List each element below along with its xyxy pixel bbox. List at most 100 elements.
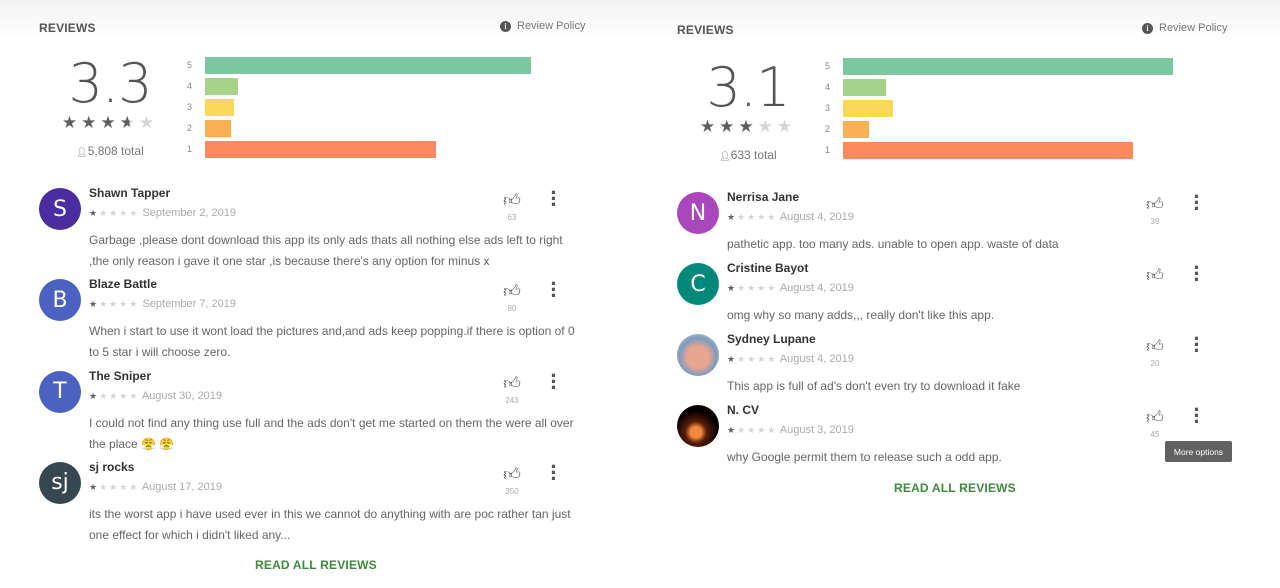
histogram-bar-1 (205, 141, 437, 158)
thumbs-up-icon[interactable]: 👍︎ (1145, 407, 1165, 428)
review-meta: ★★★★★ August 30, 2019 (89, 390, 222, 402)
star-icon: ★ (747, 425, 758, 435)
person-icon: 👤︎ (719, 151, 731, 161)
star-icon: ★ (737, 354, 748, 364)
helpful-count: 39 (1150, 217, 1160, 226)
star-icon: ★ (737, 283, 748, 293)
review-text: This app is full of ad's don't even try … (727, 379, 1021, 393)
star-icon: ★ (747, 283, 758, 293)
reviewer-name: Blaze Battle (89, 277, 158, 292)
more-options-icon[interactable]: · · · (1192, 399, 1202, 433)
reviews-panel-left: REVIEWS i Review Policy 3.3 ★★★★★ 👤︎5,808 tot… (30, 0, 630, 588)
star-icon: ★ (757, 283, 768, 293)
reviews-heading: REVIEWS (677, 23, 734, 37)
star-icon: ★ (100, 113, 120, 132)
star-icon: ★ (719, 117, 739, 136)
total-ratings: 👤︎5,808 total (50, 144, 170, 158)
star-icon: ★ (81, 113, 101, 132)
histogram-label: 1 (825, 145, 831, 155)
avatar: T (39, 370, 81, 413)
review-text: omg why so many adds,,, really don't lik… (727, 308, 995, 322)
review-date: August 17, 2019 (141, 480, 222, 493)
person-icon: 👤︎ (76, 147, 88, 157)
star-icon: ★ (99, 390, 110, 401)
star-icon: ★ (747, 354, 758, 364)
histogram-label: 5 (187, 60, 193, 70)
review-policy-link[interactable]: i Review Policy (500, 20, 585, 32)
more-options-icon[interactable]: · · · (1192, 186, 1202, 220)
more-options-icon[interactable]: · · · (549, 273, 559, 307)
avatar: N (677, 192, 719, 234)
star-icon: ★ (119, 390, 130, 401)
read-all-reviews-button[interactable]: READ ALL REVIEWS (255, 558, 377, 572)
star-icon: ★ (129, 390, 140, 401)
star-icon: ★ (119, 481, 130, 492)
review-policy-label[interactable]: Review Policy (517, 20, 585, 32)
star-icon: ★ (89, 299, 100, 310)
star-icon: ★ (89, 208, 100, 218)
review-text: I could not find any thing use full and … (89, 415, 574, 451)
star-icon: ★ (699, 117, 720, 136)
reviewer-name: Shawn Tapper (89, 186, 171, 200)
thumbs-up-icon[interactable]: 👍︎ (1145, 265, 1165, 286)
helpful-count: 45 (1150, 430, 1160, 439)
thumbs-up-icon[interactable]: 👍︎ (502, 373, 522, 394)
reviews-heading: REVIEWS (39, 21, 96, 35)
star-icon: ★ (138, 113, 159, 132)
star-icon: ★ (109, 299, 120, 310)
star-icon: ★ (727, 212, 738, 222)
star-icon: ★ (129, 208, 140, 218)
reviewer-name: The Sniper (89, 368, 152, 383)
more-options-icon[interactable]: · · · (549, 182, 559, 216)
thumbs-up-icon[interactable]: 👍︎ (1145, 194, 1165, 215)
review-text: why Google permit them to release such a… (727, 450, 1002, 464)
star-icon: ★ (767, 354, 778, 364)
star-icon: ★ (727, 425, 738, 435)
histogram-bar-3 (843, 100, 893, 117)
review-meta: ★★★★★ August 4, 2019 (727, 211, 854, 223)
histogram-bar-1 (843, 142, 1134, 159)
more-options-icon[interactable]: · · · (1192, 328, 1202, 362)
histogram-label: 2 (187, 123, 193, 133)
reviewer-name: Cristine Bayot (727, 261, 809, 275)
thumbs-up-icon[interactable]: 👍︎ (502, 281, 522, 302)
review-policy-link[interactable]: i Review Policy (1142, 22, 1227, 34)
histogram-bar-3 (205, 99, 235, 116)
review-text: its the worst app i have used ever in th… (89, 506, 571, 542)
histogram-label: 2 (825, 124, 831, 134)
reviewer-name: N. CV (727, 403, 760, 417)
star-icon: ★ (89, 481, 100, 492)
histogram-label: 3 (187, 102, 193, 112)
more-options-icon[interactable]: · · · (549, 455, 559, 489)
star-icon: ★ (747, 212, 758, 222)
star-icon: ★ (99, 208, 110, 218)
avatar: B (39, 279, 81, 322)
histogram-bar-4 (843, 79, 886, 96)
star-icon: ★ (757, 212, 768, 222)
thumbs-up-icon[interactable]: 👍︎ (502, 190, 522, 211)
thumbs-up-icon[interactable]: 👍︎ (502, 464, 522, 485)
review-date: August 4, 2019 (779, 211, 854, 223)
histogram-label: 5 (825, 61, 831, 71)
review-date: September 2, 2019 (142, 207, 237, 219)
read-all-reviews-button[interactable]: READ ALL REVIEWS (894, 481, 1016, 495)
review-meta: ★★★★★ September 2, 2019 (89, 207, 236, 219)
star-icon: ★ (776, 117, 797, 136)
more-options-tooltip: More options (1165, 441, 1232, 462)
star-icon: ★ (737, 212, 748, 222)
review-text: pathetic app. too many ads. unable to op… (727, 237, 1059, 251)
thumbs-up-icon[interactable]: 👍︎ (1145, 336, 1165, 357)
more-options-icon[interactable]: · · · (549, 364, 559, 398)
more-options-icon[interactable]: · · · (1192, 257, 1202, 291)
average-rating-stars: ★★★★★ (50, 113, 170, 133)
avatar (677, 334, 719, 376)
helpful-count: 63 (507, 213, 517, 222)
average-rating: 3.3 (68, 52, 153, 115)
histogram-label: 3 (825, 103, 831, 113)
star-icon: ★ (757, 117, 777, 136)
review-date: August 4, 2019 (779, 282, 854, 294)
review-text: Garbage ,please dont download this app i… (89, 233, 563, 268)
histogram-label: 4 (825, 82, 831, 92)
review-policy-label[interactable]: Review Policy (1159, 22, 1227, 34)
review-text: When i start to use it wont load the pic… (89, 324, 575, 360)
